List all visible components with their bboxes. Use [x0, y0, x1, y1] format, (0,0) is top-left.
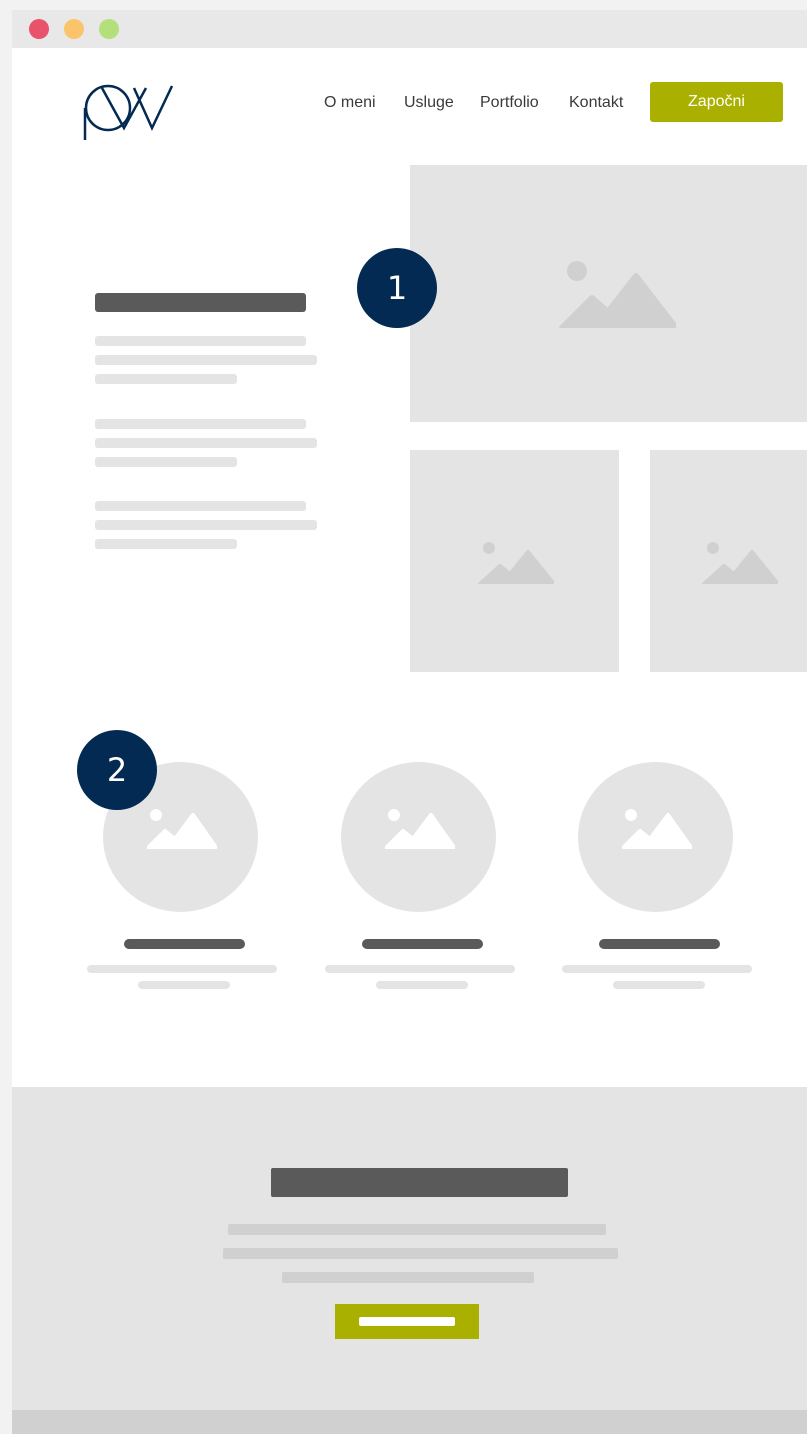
service-text-placeholder: [562, 965, 752, 973]
service-text-placeholder: [138, 981, 230, 989]
gallery-image-placeholder: [650, 450, 807, 672]
service-text-placeholder: [376, 981, 468, 989]
gallery-image-placeholder: [410, 450, 619, 672]
cta-text-placeholder: [223, 1248, 618, 1259]
start-button[interactable]: Započni: [650, 82, 783, 122]
image-placeholder-icon: [385, 809, 455, 849]
service-text-placeholder: [325, 965, 515, 973]
text-line-placeholder: [95, 336, 306, 346]
footer-bar: [12, 1410, 807, 1434]
minimize-window-button[interactable]: [64, 19, 84, 39]
window-titlebar: [12, 10, 807, 48]
service-title-placeholder: [124, 939, 245, 949]
step-badge-2: 2: [77, 730, 157, 810]
hero-image-placeholder: [410, 165, 807, 422]
close-window-button[interactable]: [29, 19, 49, 39]
cta-text-placeholder: [228, 1224, 606, 1235]
step-badge-1: 1: [357, 248, 437, 328]
browser-window: O meni Usluge Portfolio Kontakt Započni …: [12, 10, 807, 1434]
service-text-placeholder: [87, 965, 277, 973]
text-line-placeholder: [95, 438, 317, 448]
logo-icon[interactable]: [82, 82, 174, 140]
text-line-placeholder: [95, 374, 237, 384]
image-placeholder-icon: [559, 261, 676, 328]
nav-item-portfolio[interactable]: Portfolio: [480, 94, 539, 112]
text-line-placeholder: [95, 520, 317, 530]
service-title-placeholder: [599, 939, 720, 949]
nav-item-o-meni[interactable]: O meni: [324, 94, 376, 112]
service-text-placeholder: [613, 981, 705, 989]
image-placeholder-icon: [622, 809, 692, 849]
image-placeholder-icon: [478, 542, 554, 584]
image-placeholder-icon: [702, 542, 778, 584]
maximize-window-button[interactable]: [99, 19, 119, 39]
nav-item-usluge[interactable]: Usluge: [404, 94, 454, 112]
service-title-placeholder: [362, 939, 483, 949]
text-line-placeholder: [95, 355, 317, 365]
cta-button-label-placeholder: [359, 1317, 455, 1326]
service-image-placeholder: [341, 762, 496, 912]
text-line-placeholder: [95, 501, 306, 511]
cta-text-placeholder: [282, 1272, 534, 1283]
cta-button[interactable]: [335, 1304, 479, 1339]
image-placeholder-icon: [147, 809, 217, 849]
nav-item-kontakt[interactable]: Kontakt: [569, 94, 623, 112]
text-line-placeholder: [95, 419, 306, 429]
service-image-placeholder: [578, 762, 733, 912]
hero-heading-placeholder: [95, 293, 306, 312]
text-line-placeholder: [95, 539, 237, 549]
cta-heading-placeholder: [271, 1168, 568, 1197]
text-line-placeholder: [95, 457, 237, 467]
